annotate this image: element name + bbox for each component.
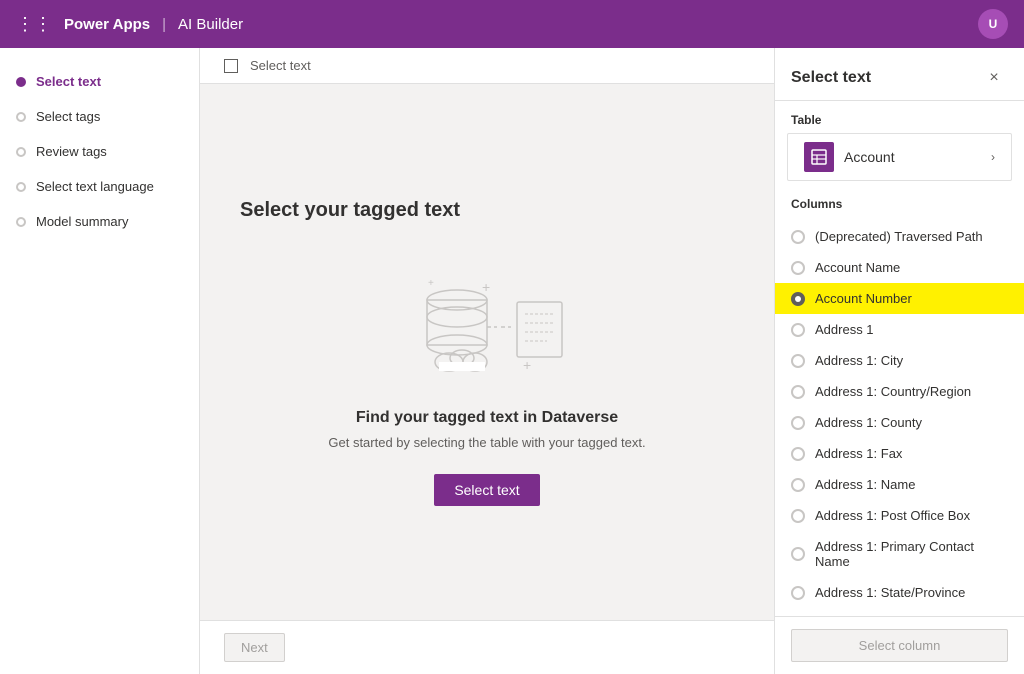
sidebar-item-label: Select text (36, 74, 101, 89)
sidebar-item-select-tags[interactable]: Select tags (0, 99, 199, 134)
column-item[interactable]: Address 1: Post Office Box (775, 500, 1024, 531)
column-radio (791, 547, 805, 561)
breadcrumb-bar: Select text (200, 48, 774, 84)
column-label: Address 1: Country/Region (815, 384, 971, 399)
column-item[interactable]: Address 1: Fax (775, 438, 1024, 469)
topbar-separator: | (162, 16, 166, 33)
sidebar-inactive-indicator (16, 217, 26, 227)
columns-list: (Deprecated) Traversed Path Account Name A… (775, 217, 1024, 616)
table-icon (804, 142, 834, 172)
table-name: Account (844, 149, 981, 165)
column-label: (Deprecated) Traversed Path (815, 229, 983, 244)
column-item[interactable]: Address 1 (775, 314, 1024, 345)
sidebar-inactive-indicator (16, 147, 26, 157)
panel-header: Select text × (775, 48, 1024, 101)
sidebar-item-select-language[interactable]: Select text language (0, 169, 199, 204)
sidebar-inactive-indicator (16, 112, 26, 122)
svg-text:+: + (523, 357, 531, 373)
columns-section-label: Columns (775, 189, 1024, 217)
sidebar-item-label: Model summary (36, 214, 128, 229)
column-label: Address 1: Name (815, 477, 915, 492)
column-item[interactable]: Address 1: Street 1 (775, 608, 1024, 616)
column-radio (791, 261, 805, 275)
column-radio (791, 323, 805, 337)
panel-footer: Select column (775, 616, 1024, 674)
svg-text:+: + (482, 279, 490, 295)
column-item[interactable]: (Deprecated) Traversed Path (775, 221, 1024, 252)
column-label: Address 1 (815, 322, 874, 337)
topbar-module-name: AI Builder (178, 16, 243, 33)
column-radio (791, 385, 805, 399)
table-selector[interactable]: Account › (787, 133, 1012, 181)
sidebar-item-label: Select tags (36, 109, 100, 124)
column-radio (791, 509, 805, 523)
dataverse-illustration: + + + (397, 262, 577, 385)
column-item[interactable]: Address 1: Primary Contact Name (775, 531, 1024, 577)
column-label: Address 1: Fax (815, 446, 902, 461)
sidebar-inactive-indicator (16, 182, 26, 192)
sidebar-item-label: Select text language (36, 179, 154, 194)
column-label: Address 1: State/Province (815, 585, 965, 600)
column-label: Address 1: Primary Contact Name (815, 539, 1008, 569)
column-item[interactable]: Address 1: State/Province (775, 577, 1024, 608)
column-radio (791, 354, 805, 368)
sidebar-item-select-text[interactable]: Select text (0, 64, 199, 99)
column-radio (791, 230, 805, 244)
sidebar-item-model-summary[interactable]: Model summary (0, 204, 199, 239)
avatar: U (978, 9, 1008, 39)
column-radio (791, 292, 805, 306)
panel-title: Select text (791, 69, 871, 87)
topbar: ⋮⋮ Power Apps | AI Builder U (0, 0, 1024, 48)
column-item[interactable]: Address 1: County (775, 407, 1024, 438)
next-button[interactable]: Next (224, 633, 285, 662)
svg-text:+: + (428, 278, 434, 289)
sidebar-active-indicator (16, 77, 26, 87)
sidebar: Select text Select tags Review tags Sele… (0, 48, 200, 674)
column-radio (791, 478, 805, 492)
select-column-button[interactable]: Select column (791, 629, 1008, 662)
chevron-right-icon: › (991, 150, 995, 164)
center-content: Select text Select your tagged text (200, 48, 774, 674)
main-layout: Select text Select tags Review tags Sele… (0, 48, 1024, 674)
breadcrumb: Select text (250, 58, 311, 73)
column-label: Address 1: County (815, 415, 922, 430)
page-title: Select your tagged text (240, 199, 460, 222)
table-section-label: Table (775, 101, 1024, 133)
bottom-bar: Next (200, 620, 774, 674)
column-item[interactable]: Address 1: Country/Region (775, 376, 1024, 407)
sidebar-item-review-tags[interactable]: Review tags (0, 134, 199, 169)
column-radio (791, 416, 805, 430)
select-text-button[interactable]: Select text (434, 474, 539, 506)
column-label: Account Number (815, 291, 912, 306)
close-button[interactable]: × (980, 64, 1008, 92)
breadcrumb-checkbox-icon (224, 59, 238, 73)
column-item[interactable]: Address 1: City (775, 345, 1024, 376)
sidebar-item-label: Review tags (36, 144, 107, 159)
content-area: Select your tagged text (200, 84, 774, 620)
column-radio (791, 586, 805, 600)
grid-icon: ⋮⋮ (16, 14, 52, 35)
content-heading: Find your tagged text in Dataverse (356, 409, 618, 427)
column-label: Account Name (815, 260, 900, 275)
column-item[interactable]: Account Name (775, 252, 1024, 283)
content-subtext: Get started by selecting the table with … (328, 435, 645, 450)
column-label: Address 1: City (815, 353, 903, 368)
column-item[interactable]: Account Number (775, 283, 1024, 314)
column-item[interactable]: Address 1: Name (775, 469, 1024, 500)
topbar-app-name: Power Apps (64, 16, 150, 33)
column-label: Address 1: Post Office Box (815, 508, 970, 523)
column-radio (791, 447, 805, 461)
right-panel: Select text × Table Account › Columns (D… (774, 48, 1024, 674)
